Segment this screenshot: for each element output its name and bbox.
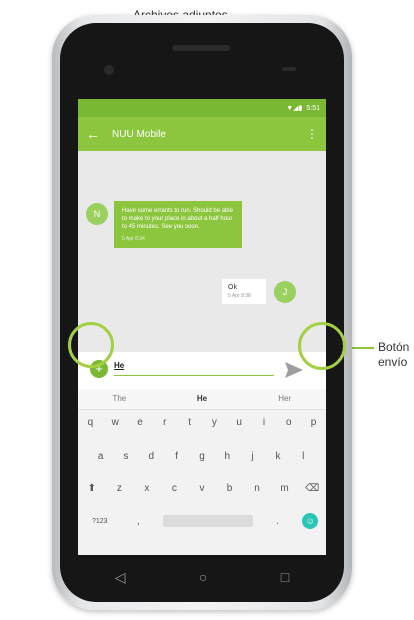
incoming-message-time: 5 Apr 8:34: [122, 236, 145, 242]
avatar-outgoing: J: [274, 281, 296, 303]
app-bar: ← NUU Mobile ⋮: [78, 117, 326, 151]
nav-back-icon[interactable]: ◁: [115, 569, 126, 586]
key[interactable]: n: [248, 483, 266, 494]
message-thread: N Have some errants to run. Should be ab…: [78, 151, 326, 352]
period-key[interactable]: .: [269, 516, 287, 527]
key[interactable]: s: [117, 451, 135, 462]
suggestion-item[interactable]: He: [161, 389, 244, 409]
phone-device: ▼◢▮ 5:51 ← NUU Mobile ⋮ N Have some erra…: [52, 15, 352, 610]
space-bar[interactable]: [162, 515, 253, 527]
key[interactable]: q: [81, 417, 99, 428]
message-input[interactable]: He: [114, 361, 124, 370]
key[interactable]: r: [156, 417, 174, 428]
key[interactable]: g: [193, 451, 211, 462]
outgoing-message-time: 5 Apr 8:38: [228, 293, 251, 299]
nav-home-icon[interactable]: ○: [199, 569, 207, 585]
key[interactable]: z: [110, 483, 128, 494]
attachments-highlight-ring: [68, 322, 114, 368]
earpiece-speaker: [172, 45, 230, 51]
key[interactable]: u: [230, 417, 248, 428]
suggestion-strip: The He Her: [78, 389, 326, 410]
key[interactable]: p: [305, 417, 323, 428]
suggestion-item[interactable]: The: [78, 389, 161, 409]
avatar-incoming: N: [86, 203, 108, 225]
symbols-key[interactable]: ?123: [86, 518, 114, 525]
key[interactable]: e: [131, 417, 149, 428]
comma-key[interactable]: ,: [129, 516, 147, 527]
backspace-icon[interactable]: ⌫: [303, 483, 321, 494]
key[interactable]: t: [181, 417, 199, 428]
back-arrow-icon[interactable]: ←: [86, 126, 104, 142]
phone-bezel: ▼◢▮ 5:51 ← NUU Mobile ⋮ N Have some erra…: [60, 23, 344, 602]
message-composer: + He: [78, 352, 326, 389]
proximity-sensor: [282, 67, 296, 71]
key[interactable]: k: [269, 451, 287, 462]
key[interactable]: a: [92, 451, 110, 462]
key[interactable]: l: [294, 451, 312, 462]
emoji-icon[interactable]: ☺: [302, 513, 319, 529]
key[interactable]: x: [138, 483, 156, 494]
keyboard-row-4: ?123 , . ☺: [78, 513, 326, 529]
input-underline: [114, 375, 274, 376]
keyboard-row-3: ⬆ z x c v b n m ⌫: [78, 483, 326, 494]
key[interactable]: c: [165, 483, 183, 494]
key[interactable]: j: [244, 451, 262, 462]
key[interactable]: y: [205, 417, 223, 428]
key[interactable]: h: [218, 451, 236, 462]
key[interactable]: o: [280, 417, 298, 428]
overflow-menu-icon[interactable]: ⋮: [306, 127, 318, 141]
navigation-bar: ◁ ○ □: [78, 558, 326, 596]
outgoing-message-text: Ok: [228, 284, 237, 291]
suggestion-item[interactable]: Her: [243, 389, 326, 409]
keyboard: The He Her q w e r t y u i o p a s d f g…: [78, 389, 326, 555]
incoming-message-bubble[interactable]: Have some errants to run. Should be able…: [114, 201, 242, 248]
status-time: 5:51: [306, 104, 320, 112]
key[interactable]: w: [106, 417, 124, 428]
phone-screen: ▼◢▮ 5:51 ← NUU Mobile ⋮ N Have some erra…: [78, 99, 326, 555]
nav-recents-icon[interactable]: □: [281, 569, 289, 585]
key[interactable]: m: [276, 483, 294, 494]
send-highlight-ring: [298, 322, 346, 370]
key[interactable]: i: [255, 417, 273, 428]
send-icon: [285, 362, 303, 378]
callout-send-label-line1: Botón: [378, 340, 410, 354]
callout-send-label-line2: envío: [378, 355, 408, 369]
key[interactable]: v: [193, 483, 211, 494]
status-bar: ▼◢▮ 5:51: [78, 99, 326, 117]
status-icons: ▼◢▮: [286, 105, 303, 112]
keyboard-row-2: a s d f g h j k l: [78, 451, 326, 462]
keyboard-row-1: q w e r t y u i o p: [78, 417, 326, 428]
key[interactable]: f: [168, 451, 186, 462]
key[interactable]: b: [221, 483, 239, 494]
conversation-title: NUU Mobile: [112, 128, 166, 140]
shift-icon[interactable]: ⬆: [83, 483, 101, 494]
outgoing-message-bubble[interactable]: Ok 5 Apr 8:38: [222, 279, 266, 304]
key[interactable]: d: [142, 451, 160, 462]
front-camera: [104, 65, 114, 75]
incoming-message-text: Have some errants to run. Should be able…: [122, 208, 234, 230]
